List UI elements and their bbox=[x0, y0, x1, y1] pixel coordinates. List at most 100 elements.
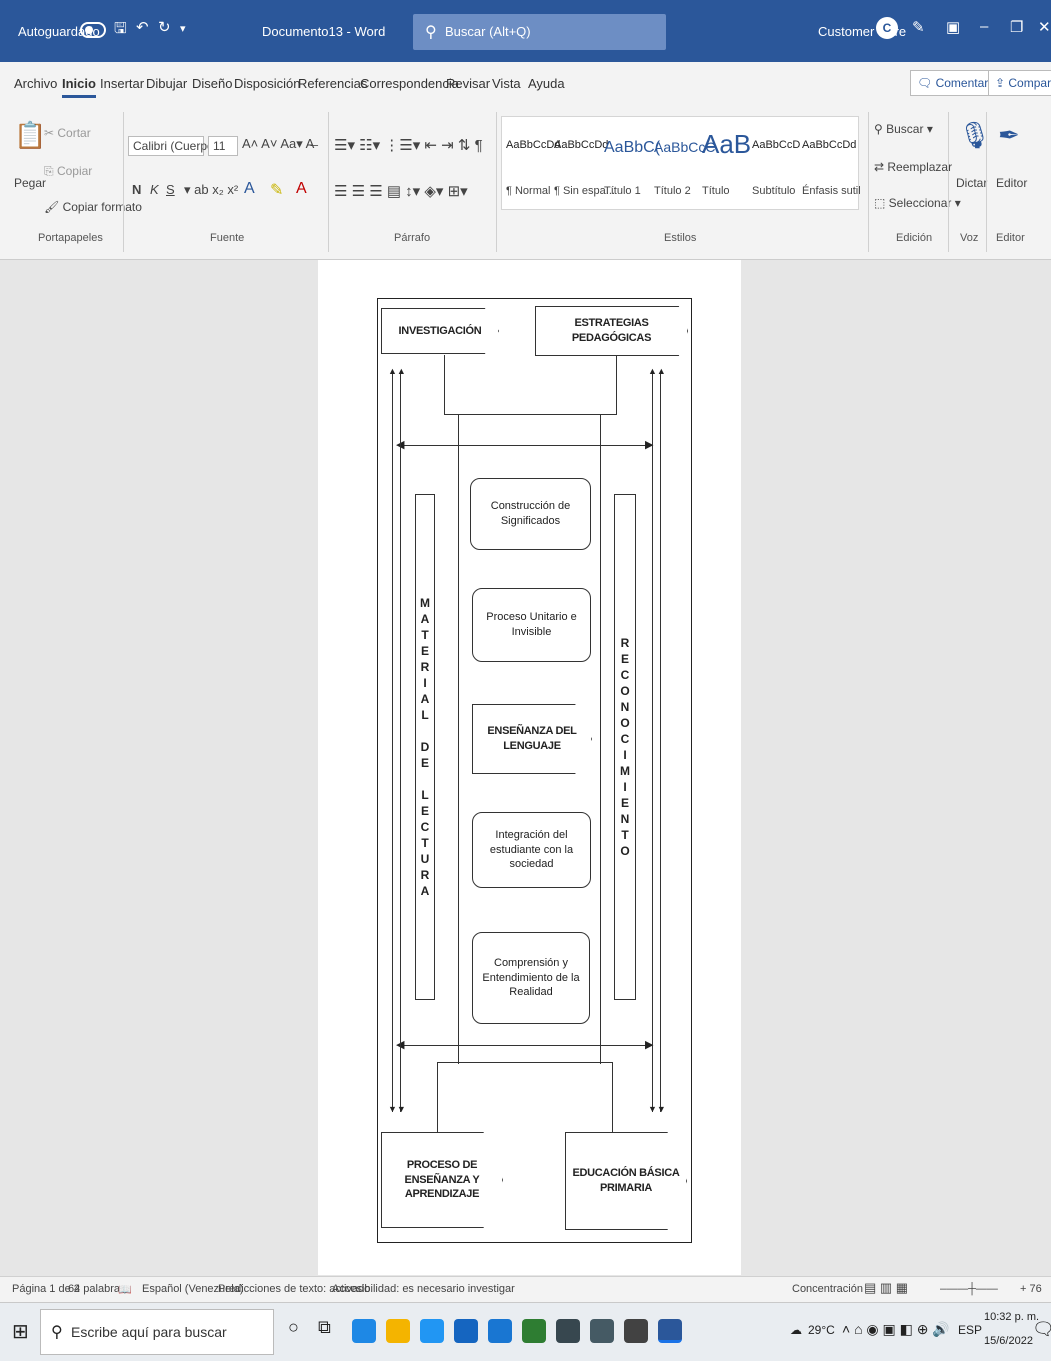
word-count[interactable]: 64 palabras bbox=[68, 1283, 126, 1295]
word-icon[interactable] bbox=[658, 1319, 682, 1343]
internet-explorer-icon[interactable] bbox=[420, 1319, 444, 1343]
tray-icons[interactable]: ˄ ⌂ ◉ ▣ ◧ ⊕ 🔊 bbox=[842, 1321, 950, 1338]
focus-button[interactable]: Concentración bbox=[792, 1283, 863, 1295]
dictate-label[interactable]: Dictar bbox=[956, 176, 987, 190]
find-button[interactable]: ⚲ Buscar ▾ bbox=[874, 122, 933, 136]
app-icon[interactable] bbox=[454, 1319, 478, 1343]
replace-button[interactable]: ⇄ Reemplazar bbox=[874, 160, 952, 174]
tab-dibujar[interactable]: Dibujar bbox=[146, 76, 187, 91]
cut-button[interactable]: ✂ Cortar bbox=[44, 126, 91, 140]
settings-icon[interactable] bbox=[624, 1319, 648, 1343]
close-icon[interactable]: ✕ bbox=[1038, 18, 1051, 36]
weather-label[interactable]: 29°C bbox=[808, 1323, 835, 1337]
tab-ayuda[interactable]: Ayuda bbox=[528, 76, 565, 91]
format-icons[interactable]: ▾ ab x₂ x² bbox=[184, 182, 238, 198]
tab-archivo[interactable]: Archivo bbox=[14, 76, 57, 91]
paste-icon[interactable]: 📋 bbox=[14, 120, 46, 151]
clock-date[interactable]: 15/6/2022 bbox=[984, 1335, 1033, 1347]
share-button[interactable]: ⇪ Compartir bbox=[988, 70, 1051, 96]
status-bar: Página 1 de 2 64 palabras 📖 Español (Ven… bbox=[0, 1276, 1051, 1302]
style-preview[interactable]: AaBbCcD bbox=[752, 139, 800, 151]
app-icon[interactable] bbox=[590, 1319, 614, 1343]
accessibility-label[interactable]: Accesibilidad: es necesario investigar bbox=[332, 1283, 515, 1295]
style-preview[interactable]: AaB bbox=[702, 129, 751, 160]
style-name[interactable]: ¶ Normal bbox=[506, 185, 550, 197]
font-name-select[interactable]: Calibri (Cuerpo) bbox=[128, 136, 218, 156]
view-mode-icons[interactable]: ▤ ▥ ▦ bbox=[864, 1280, 908, 1296]
cortana-icon[interactable]: ○ bbox=[288, 1317, 299, 1338]
styles-gallery[interactable]: AaBbCcDd ¶ Normal AaBbCcDd ¶ Sin espa... AaB… bbox=[501, 116, 861, 210]
proofing-icon[interactable]: 📖 bbox=[118, 1283, 132, 1296]
style-preview[interactable]: AaBbCcDd bbox=[554, 139, 608, 151]
editor-icon[interactable]: ✒ bbox=[998, 120, 1020, 151]
grow-font-icon[interactable]: A˄ A˅ Aa▾ A̶ bbox=[242, 136, 314, 152]
align-icons[interactable]: ☰ ☰ ☰ ▤ ↕▾ ◈▾ ⊞▾ bbox=[334, 182, 468, 200]
zoom-level[interactable]: + 76 bbox=[1020, 1283, 1042, 1295]
editor-group-label: Editor bbox=[996, 232, 1025, 244]
tab-insertar[interactable]: Insertar bbox=[100, 76, 144, 91]
style-name[interactable]: Título bbox=[702, 185, 730, 197]
tab-referencias[interactable]: Referencias bbox=[298, 76, 367, 91]
vertical-letter: T bbox=[621, 828, 629, 842]
style-name[interactable]: Subtítulo bbox=[752, 185, 795, 197]
redo-icon[interactable]: ↻ bbox=[158, 18, 171, 36]
avatar[interactable]: C bbox=[876, 17, 898, 39]
box-construccion-significados: Construcción de Significados bbox=[470, 478, 591, 550]
divider bbox=[123, 112, 124, 252]
notifications-icon[interactable]: 🗨 bbox=[1032, 1319, 1051, 1340]
style-name[interactable]: Énfasis sutil bbox=[802, 185, 861, 197]
underline-button[interactable]: S bbox=[166, 182, 175, 197]
autosave-toggle[interactable] bbox=[80, 22, 106, 38]
customize-toolbar-icon[interactable]: ▾ bbox=[180, 22, 186, 35]
clock-time[interactable]: 10:32 p. m. bbox=[984, 1311, 1039, 1323]
tab-vista[interactable]: Vista bbox=[492, 76, 521, 91]
connector-line bbox=[444, 414, 617, 415]
zoom-slider[interactable]: –——┼—— bbox=[940, 1283, 998, 1295]
restore-icon[interactable]: ❐ bbox=[1010, 18, 1023, 36]
pen-icon[interactable]: ✎ bbox=[912, 18, 925, 36]
taskbar-search[interactable]: ⚲ Escribe aquí para buscar bbox=[40, 1309, 274, 1355]
style-name[interactable]: Título 2 bbox=[654, 185, 691, 197]
app-icon[interactable] bbox=[522, 1319, 546, 1343]
app-icon[interactable] bbox=[556, 1319, 580, 1343]
task-view-icon[interactable]: ⧉ bbox=[318, 1317, 331, 1338]
tab-inicio[interactable]: Inicio bbox=[62, 76, 96, 98]
tab-diseno[interactable]: Diseño bbox=[192, 76, 232, 91]
ribbon-display-icon[interactable]: ▣ bbox=[946, 18, 960, 36]
edge-icon[interactable] bbox=[352, 1319, 376, 1343]
file-explorer-icon[interactable] bbox=[386, 1319, 410, 1343]
style-preview[interactable]: AaBbCcDd bbox=[802, 139, 856, 151]
font-size-select[interactable]: 11 bbox=[208, 136, 238, 156]
vertical-letter bbox=[423, 771, 426, 787]
vertical-letter: E bbox=[620, 796, 629, 810]
store-icon[interactable] bbox=[488, 1319, 512, 1343]
input-language[interactable]: ESP bbox=[958, 1323, 982, 1337]
tab-disposicion[interactable]: Disposición bbox=[234, 76, 300, 91]
undo-icon[interactable]: ↶ bbox=[136, 18, 149, 36]
vertical-letter: O bbox=[620, 684, 630, 698]
list-icons[interactable]: ☰▾ ☷▾ ⋮☰▾ ⇤ ⇥ ⇅ ¶ bbox=[334, 136, 483, 154]
highlight-icon[interactable]: ✎ bbox=[270, 180, 283, 200]
italic-button[interactable]: K bbox=[150, 182, 159, 197]
vertical-letter: T bbox=[421, 836, 429, 850]
paste-label[interactable]: Pegar bbox=[14, 176, 46, 190]
editor-label[interactable]: Editor bbox=[996, 176, 1027, 190]
style-preview[interactable]: AaBbCcDd bbox=[506, 139, 560, 151]
search-box[interactable]: ⚲ Buscar (Alt+Q) bbox=[413, 14, 666, 50]
vertical-box-reconocimiento: RECONOCIMIENTO bbox=[614, 494, 636, 1000]
style-name[interactable]: Título 1 bbox=[604, 185, 641, 197]
save-icon[interactable]: 🖫 bbox=[114, 18, 127, 43]
tab-revisar[interactable]: Revisar bbox=[446, 76, 490, 91]
search-icon: ⚲ bbox=[51, 1324, 63, 1341]
tab-correspondencia[interactable]: Correspondencia bbox=[360, 76, 459, 91]
minimize-icon[interactable]: – bbox=[980, 18, 988, 35]
weather-icon[interactable]: ☁ bbox=[790, 1323, 802, 1337]
text-effects-icon[interactable]: A bbox=[244, 180, 255, 198]
style-preview[interactable]: AaBbC( bbox=[604, 139, 660, 157]
copy-button[interactable]: ⎘ Copiar bbox=[44, 164, 92, 179]
windows-start-icon[interactable]: ⊞ bbox=[12, 1319, 29, 1344]
bold-button[interactable]: N bbox=[132, 182, 141, 197]
format-painter-button[interactable]: 🖌 Copiar formato bbox=[44, 200, 142, 214]
font-color-icon[interactable]: A bbox=[296, 180, 307, 198]
ribbon-tabs: Archivo Inicio Insertar Dibujar Diseño Dispos… bbox=[0, 62, 1051, 104]
